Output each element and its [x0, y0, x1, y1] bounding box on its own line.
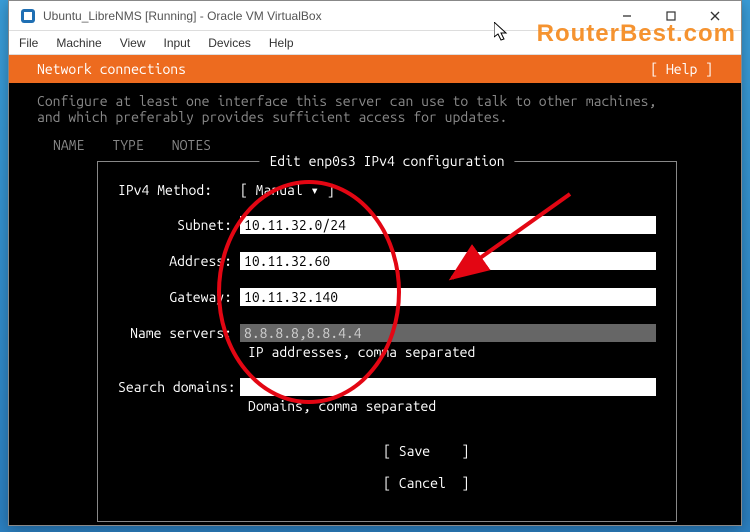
guest-terminal: Network connections [ Help ] Configure a…: [9, 55, 741, 525]
app-icon: [19, 7, 37, 25]
installer-header: Network connections [ Help ]: [9, 55, 741, 83]
maximize-button[interactable]: [649, 2, 693, 30]
address-label: Address:: [118, 253, 240, 269]
col-notes: NOTES: [172, 137, 211, 153]
installer-title: Network connections: [37, 61, 186, 77]
subnet-label: Subnet:: [118, 217, 240, 233]
menu-devices[interactable]: Devices: [208, 36, 251, 50]
menu-view[interactable]: View: [120, 36, 146, 50]
search-label: Search domains:: [118, 379, 240, 395]
address-input[interactable]: 10.11.32.60: [240, 252, 656, 270]
method-select[interactable]: [ Manual ▾ ]: [240, 182, 335, 198]
subnet-input[interactable]: 10.11.32.0/24: [240, 216, 656, 234]
col-type: TYPE: [112, 137, 143, 153]
window-title: Ubuntu_LibreNMS [Running] - Oracle VM Vi…: [43, 9, 322, 23]
cancel-button[interactable]: [ Cancel ]: [383, 475, 469, 491]
help-button[interactable]: [ Help ]: [650, 61, 713, 77]
menu-input[interactable]: Input: [164, 36, 191, 50]
panel-title: Edit enp0s3 IPv4 configuration: [259, 153, 514, 169]
iface-columns: NAME TYPE NOTES: [53, 137, 713, 153]
gateway-input[interactable]: 10.11.32.140: [240, 288, 656, 306]
dns-hint: IP addresses, comma separated: [248, 344, 656, 360]
gateway-label: Gateway:: [118, 289, 240, 305]
col-name: NAME: [53, 137, 84, 153]
ipv4-config-panel: Edit enp0s3 IPv4 configuration IPv4 Meth…: [97, 161, 677, 522]
vm-window: Ubuntu_LibreNMS [Running] - Oracle VM Vi…: [8, 0, 742, 526]
save-button[interactable]: [ Save ]: [383, 443, 469, 459]
description-text: Configure at least one interface this se…: [37, 93, 677, 125]
search-input[interactable]: [240, 378, 656, 396]
menu-file[interactable]: File: [19, 36, 38, 50]
close-button[interactable]: [693, 2, 737, 30]
menu-machine[interactable]: Machine: [56, 36, 101, 50]
menu-help[interactable]: Help: [269, 36, 294, 50]
method-label: IPv4 Method:: [118, 182, 240, 198]
titlebar: Ubuntu_LibreNMS [Running] - Oracle VM Vi…: [9, 1, 741, 31]
dns-input[interactable]: 8.8.8.8,8.8.4.4: [240, 324, 656, 342]
search-hint: Domains, comma separated: [248, 398, 656, 414]
minimize-button[interactable]: [605, 2, 649, 30]
dns-label: Name servers:: [118, 325, 240, 341]
menubar: File Machine View Input Devices Help: [9, 31, 741, 55]
